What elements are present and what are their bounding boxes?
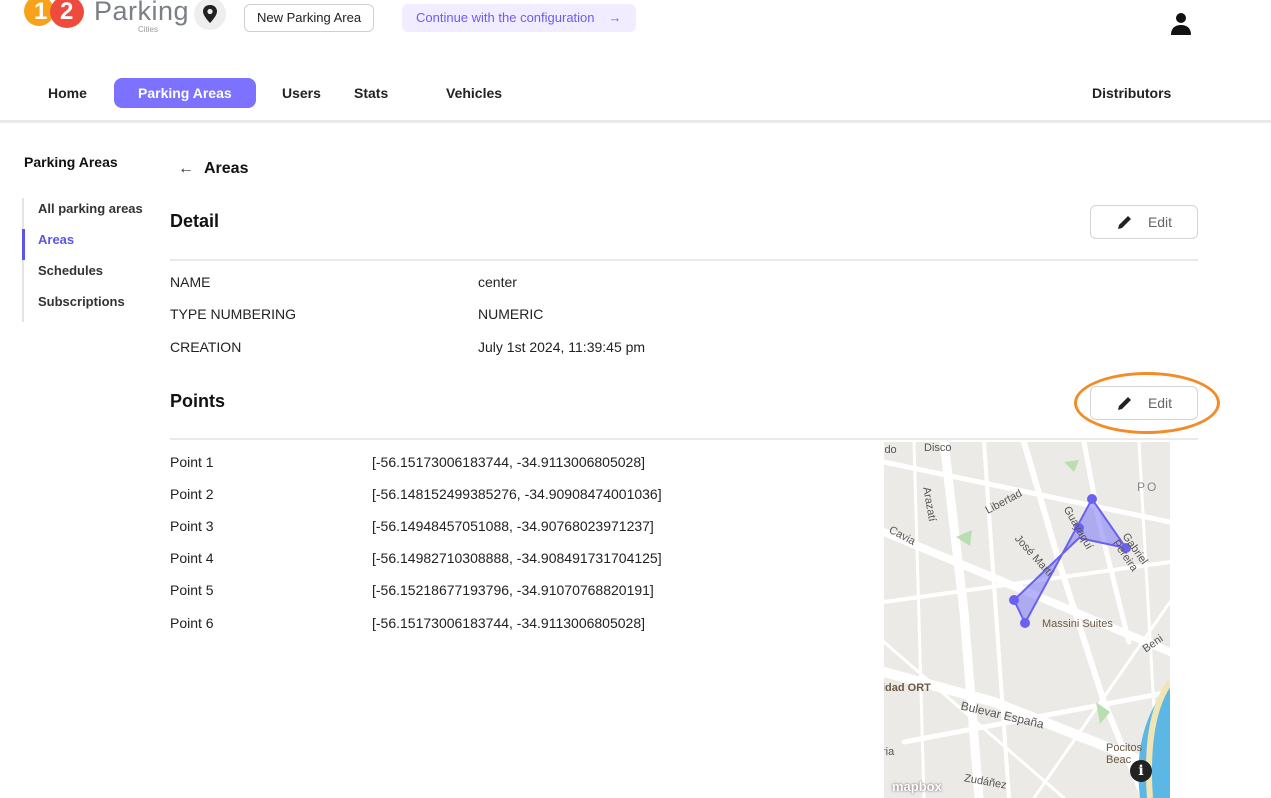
nav-distributors[interactable]: Distributors <box>1092 78 1171 108</box>
highlight-ring <box>1074 372 1220 434</box>
point-value: [-56.15173006183744, -34.9113006805028] <box>372 454 645 470</box>
area-map[interactable]: ido Disco Arazatí Libertad PO Cavia Guay… <box>884 442 1170 798</box>
field-name-value: center <box>478 274 517 290</box>
nav-home[interactable]: Home <box>48 78 87 108</box>
point-label: Point 2 <box>170 486 214 502</box>
sidebar-item-all-parking-areas[interactable]: All parking areas <box>24 198 143 229</box>
continue-configuration-button[interactable]: Continue with the configuration → <box>402 4 636 32</box>
user-account-icon[interactable] <box>1170 12 1192 36</box>
nav-users[interactable]: Users <box>282 78 321 108</box>
map-label-massini-suites: Massini Suites <box>1042 618 1113 630</box>
app-name: Parking <box>94 0 190 26</box>
edit-detail-label: Edit <box>1147 214 1173 230</box>
point-value: [-56.14948457051088, -34.90768023971237] <box>372 518 654 534</box>
sidebar-title: Parking Areas <box>24 154 118 170</box>
point-label: Point 1 <box>170 454 214 470</box>
field-name-label: NAME <box>170 274 211 290</box>
top-bar: 1 2 Parking Cities New Parking Area Cont… <box>0 0 1271 40</box>
sidebar-item-schedules[interactable]: Schedules <box>24 260 143 291</box>
map-label-ort: idad ORT <box>884 682 931 694</box>
new-parking-area-button[interactable]: New Parking Area <box>244 4 375 32</box>
detail-divider <box>170 259 1198 261</box>
map-label-disco: Disco <box>924 442 952 454</box>
point-label: Point 3 <box>170 518 214 534</box>
back-link[interactable]: ← Areas <box>178 160 248 178</box>
field-type-numbering-value: NUMERIC <box>478 306 544 322</box>
map-label-ria: ria <box>884 746 895 758</box>
sidebar-menu: All parking areas Areas Schedules Subscr… <box>22 198 143 322</box>
field-creation-label: CREATION <box>170 339 242 355</box>
logo-digit-one: 1 <box>34 0 48 25</box>
nav-vehicles[interactable]: Vehicles <box>446 78 502 108</box>
point-label: Point 4 <box>170 550 214 566</box>
app-logo[interactable]: 1 2 Parking Cities <box>22 0 189 40</box>
continue-label: Continue with the configuration <box>416 10 595 25</box>
point-label: Point 6 <box>170 615 214 631</box>
main-nav: Home Parking Areas Users Stats Vehicles … <box>0 70 1271 116</box>
map-pin-icon <box>203 5 217 23</box>
nav-parking-areas[interactable]: Parking Areas <box>114 78 256 108</box>
map-label-ido: ido <box>884 444 897 456</box>
edit-detail-button[interactable]: Edit <box>1090 205 1198 239</box>
logo-badge: 1 2 <box>22 0 86 30</box>
arrow-left-icon: ← <box>178 160 194 177</box>
logo-digit-two: 2 <box>60 0 74 25</box>
points-title: Points <box>170 391 226 411</box>
pencil-icon <box>1117 216 1131 229</box>
app-subtitle: Cities <box>138 25 159 34</box>
field-creation-value: July 1st 2024, 11:39:45 pm <box>478 339 646 355</box>
nav-stats[interactable]: Stats <box>354 78 388 108</box>
map-label-po: PO <box>1137 480 1159 494</box>
point-value: [-56.148152499385276, -34.90908474001036… <box>372 486 662 502</box>
map-pin-button[interactable] <box>194 0 226 30</box>
back-label: Areas <box>204 160 249 177</box>
detail-title: Detail <box>170 211 220 231</box>
points-divider <box>170 438 1198 440</box>
point-value: [-56.15173006183744, -34.9113006805028] <box>372 615 645 631</box>
sidebar-item-subscriptions[interactable]: Subscriptions <box>24 291 143 322</box>
point-label: Point 5 <box>170 582 214 598</box>
sidebar-item-areas[interactable]: Areas <box>22 229 143 260</box>
arrow-right-icon: → <box>608 10 622 25</box>
point-value: [-56.15218677193796, -34.91070768820191] <box>372 582 654 598</box>
mapbox-logo[interactable]: mapbox <box>892 779 942 794</box>
point-value: [-56.14982710308888, -34.908491731704125… <box>372 550 662 566</box>
field-type-numbering-label: TYPE NUMBERING <box>170 306 297 322</box>
info-icon[interactable]: i <box>1130 760 1152 782</box>
nav-divider <box>0 120 1271 123</box>
